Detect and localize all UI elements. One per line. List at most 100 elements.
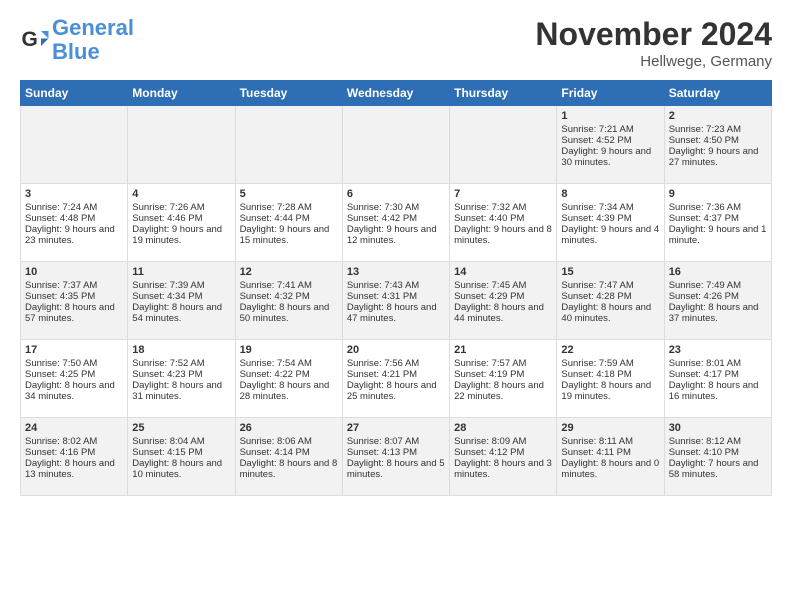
day-number: 4 xyxy=(132,188,230,200)
day-info: Sunset: 4:46 PM xyxy=(132,213,230,224)
day-cell: 9Sunrise: 7:36 AMSunset: 4:37 PMDaylight… xyxy=(664,184,771,262)
day-cell: 12Sunrise: 7:41 AMSunset: 4:32 PMDayligh… xyxy=(235,262,342,340)
day-info: Sunset: 4:50 PM xyxy=(669,135,767,146)
day-cell: 30Sunrise: 8:12 AMSunset: 4:10 PMDayligh… xyxy=(664,418,771,496)
day-info: Daylight: 8 hours and 28 minutes. xyxy=(240,380,338,402)
day-cell: 14 Sunrise: 7:45 AMSunset: 4:29 PMDayligh… xyxy=(450,262,557,340)
day-info: Sunset: 4:17 PM xyxy=(669,369,767,380)
day-info: Sunset: 4:23 PM xyxy=(132,369,230,380)
day-cell: 26Sunrise: 8:06 AMSunset: 4:14 PMDayligh… xyxy=(235,418,342,496)
day-info: Sunrise: 8:12 AM xyxy=(669,436,767,447)
day-number: 14 xyxy=(454,266,552,278)
day-info: Sunrise: 7:49 AM xyxy=(669,280,767,291)
day-cell: 8Sunrise: 7:34 AMSunset: 4:39 PMDaylight… xyxy=(557,184,664,262)
day-info: Sunrise: 7:52 AM xyxy=(132,358,230,369)
day-cell: 6Sunrise: 7:30 AMSunset: 4:42 PMDaylight… xyxy=(342,184,449,262)
day-number: 26 xyxy=(240,422,338,434)
day-info: Daylight: 9 hours and 19 minutes. xyxy=(132,224,230,246)
day-cell: 22Sunrise: 7:59 AMSunset: 4:18 PMDayligh… xyxy=(557,340,664,418)
day-info: Daylight: 8 hours and 31 minutes. xyxy=(132,380,230,402)
day-info: Daylight: 9 hours and 1 minute. xyxy=(669,224,767,246)
col-thursday: Thursday xyxy=(450,81,557,106)
day-cell: 25Sunrise: 8:04 AMSunset: 4:15 PMDayligh… xyxy=(128,418,235,496)
day-info: Sunset: 4:12 PM xyxy=(454,447,552,458)
week-row-3: 17Sunrise: 7:50 AMSunset: 4:25 PMDayligh… xyxy=(21,340,772,418)
week-row-0: 1Sunrise: 7:21 AMSunset: 4:52 PMDaylight… xyxy=(21,106,772,184)
day-cell: 23Sunrise: 8:01 AMSunset: 4:17 PMDayligh… xyxy=(664,340,771,418)
week-row-4: 24Sunrise: 8:02 AMSunset: 4:16 PMDayligh… xyxy=(21,418,772,496)
day-info: Daylight: 8 hours and 57 minutes. xyxy=(25,302,123,324)
day-cell: 10Sunrise: 7:37 AMSunset: 4:35 PMDayligh… xyxy=(21,262,128,340)
day-info: Sunrise: 7:34 AM xyxy=(561,202,659,213)
col-tuesday: Tuesday xyxy=(235,81,342,106)
day-info: Sunset: 4:26 PM xyxy=(669,291,767,302)
day-info: Sunset: 4:32 PM xyxy=(240,291,338,302)
day-info: Sunset: 4:28 PM xyxy=(561,291,659,302)
day-info: Sunset: 4:10 PM xyxy=(669,447,767,458)
day-info: Sunrise: 7:56 AM xyxy=(347,358,445,369)
day-info: Daylight: 8 hours and 3 minutes. xyxy=(454,458,552,480)
day-info: Sunrise: 7:39 AM xyxy=(132,280,230,291)
day-info: Sunrise: 7:57 AM xyxy=(454,358,552,369)
day-cell: 4 Sunrise: 7:26 AMSunset: 4:46 PMDaylight… xyxy=(128,184,235,262)
day-cell: 16Sunrise: 7:49 AMSunset: 4:26 PMDayligh… xyxy=(664,262,771,340)
day-cell: 20Sunrise: 7:56 AMSunset: 4:21 PMDayligh… xyxy=(342,340,449,418)
col-sunday: Sunday xyxy=(21,81,128,106)
calendar-table: Sunday Monday Tuesday Wednesday Thursday… xyxy=(20,80,772,496)
day-cell: 29Sunrise: 8:11 AMSunset: 4:11 PMDayligh… xyxy=(557,418,664,496)
day-info: Sunset: 4:11 PM xyxy=(561,447,659,458)
day-info: Sunset: 4:15 PM xyxy=(132,447,230,458)
day-number: 16 xyxy=(669,266,767,278)
day-cell xyxy=(128,106,235,184)
day-cell: 2Sunrise: 7:23 AMSunset: 4:50 PMDaylight… xyxy=(664,106,771,184)
day-cell: 15Sunrise: 7:47 AMSunset: 4:28 PMDayligh… xyxy=(557,262,664,340)
day-info: Sunrise: 7:24 AM xyxy=(25,202,123,213)
day-number: 30 xyxy=(669,422,767,434)
day-number: 10 xyxy=(25,266,123,278)
day-info: Sunset: 4:16 PM xyxy=(25,447,123,458)
col-wednesday: Wednesday xyxy=(342,81,449,106)
day-info: Sunrise: 8:02 AM xyxy=(25,436,123,447)
day-info: Daylight: 8 hours and 19 minutes. xyxy=(561,380,659,402)
day-number: 2 xyxy=(669,110,767,122)
day-info: Sunrise: 7:26 AM xyxy=(132,202,230,213)
title-block: November 2024 Hellwege, Germany xyxy=(535,16,772,70)
logo: G General Blue xyxy=(20,16,134,64)
day-cell xyxy=(342,106,449,184)
day-number: 15 xyxy=(561,266,659,278)
day-info: Sunrise: 7:47 AM xyxy=(561,280,659,291)
day-info: Sunset: 4:14 PM xyxy=(240,447,338,458)
day-info: Sunset: 4:13 PM xyxy=(347,447,445,458)
day-info: Sunrise: 7:30 AM xyxy=(347,202,445,213)
day-number: 20 xyxy=(347,344,445,356)
day-info: Daylight: 8 hours and 34 minutes. xyxy=(25,380,123,402)
day-number: 29 xyxy=(561,422,659,434)
day-info: Sunrise: 7:54 AM xyxy=(240,358,338,369)
day-info: Sunrise: 7:21 AM xyxy=(561,124,659,135)
week-row-1: 3Sunrise: 7:24 AMSunset: 4:48 PMDaylight… xyxy=(21,184,772,262)
day-cell: 11Sunrise: 7:39 AMSunset: 4:34 PMDayligh… xyxy=(128,262,235,340)
day-info: Sunrise: 7:43 AM xyxy=(347,280,445,291)
day-info: Daylight: 8 hours and 0 minutes. xyxy=(561,458,659,480)
day-info: Daylight: 9 hours and 30 minutes. xyxy=(561,146,659,168)
subtitle: Hellwege, Germany xyxy=(535,53,772,70)
day-cell: 17Sunrise: 7:50 AMSunset: 4:25 PMDayligh… xyxy=(21,340,128,418)
day-info: Sunset: 4:25 PM xyxy=(25,369,123,380)
day-cell: 18Sunrise: 7:52 AMSunset: 4:23 PMDayligh… xyxy=(128,340,235,418)
day-info: Daylight: 8 hours and 50 minutes. xyxy=(240,302,338,324)
day-cell xyxy=(450,106,557,184)
day-info: Sunrise: 7:45 AM xyxy=(454,280,552,291)
day-info: Sunset: 4:29 PM xyxy=(454,291,552,302)
logo-text: General Blue xyxy=(52,16,134,64)
day-info: Daylight: 8 hours and 44 minutes. xyxy=(454,302,552,324)
day-cell xyxy=(21,106,128,184)
day-info: Daylight: 8 hours and 54 minutes. xyxy=(132,302,230,324)
day-info: Daylight: 9 hours and 4 minutes. xyxy=(561,224,659,246)
day-number: 8 xyxy=(561,188,659,200)
day-cell: 7Sunrise: 7:32 AMSunset: 4:40 PMDaylight… xyxy=(450,184,557,262)
day-info: Sunset: 4:42 PM xyxy=(347,213,445,224)
day-info: Sunset: 4:22 PM xyxy=(240,369,338,380)
week-row-2: 10Sunrise: 7:37 AMSunset: 4:35 PMDayligh… xyxy=(21,262,772,340)
day-info: Daylight: 9 hours and 8 minutes. xyxy=(454,224,552,246)
day-cell: 27Sunrise: 8:07 AMSunset: 4:13 PMDayligh… xyxy=(342,418,449,496)
